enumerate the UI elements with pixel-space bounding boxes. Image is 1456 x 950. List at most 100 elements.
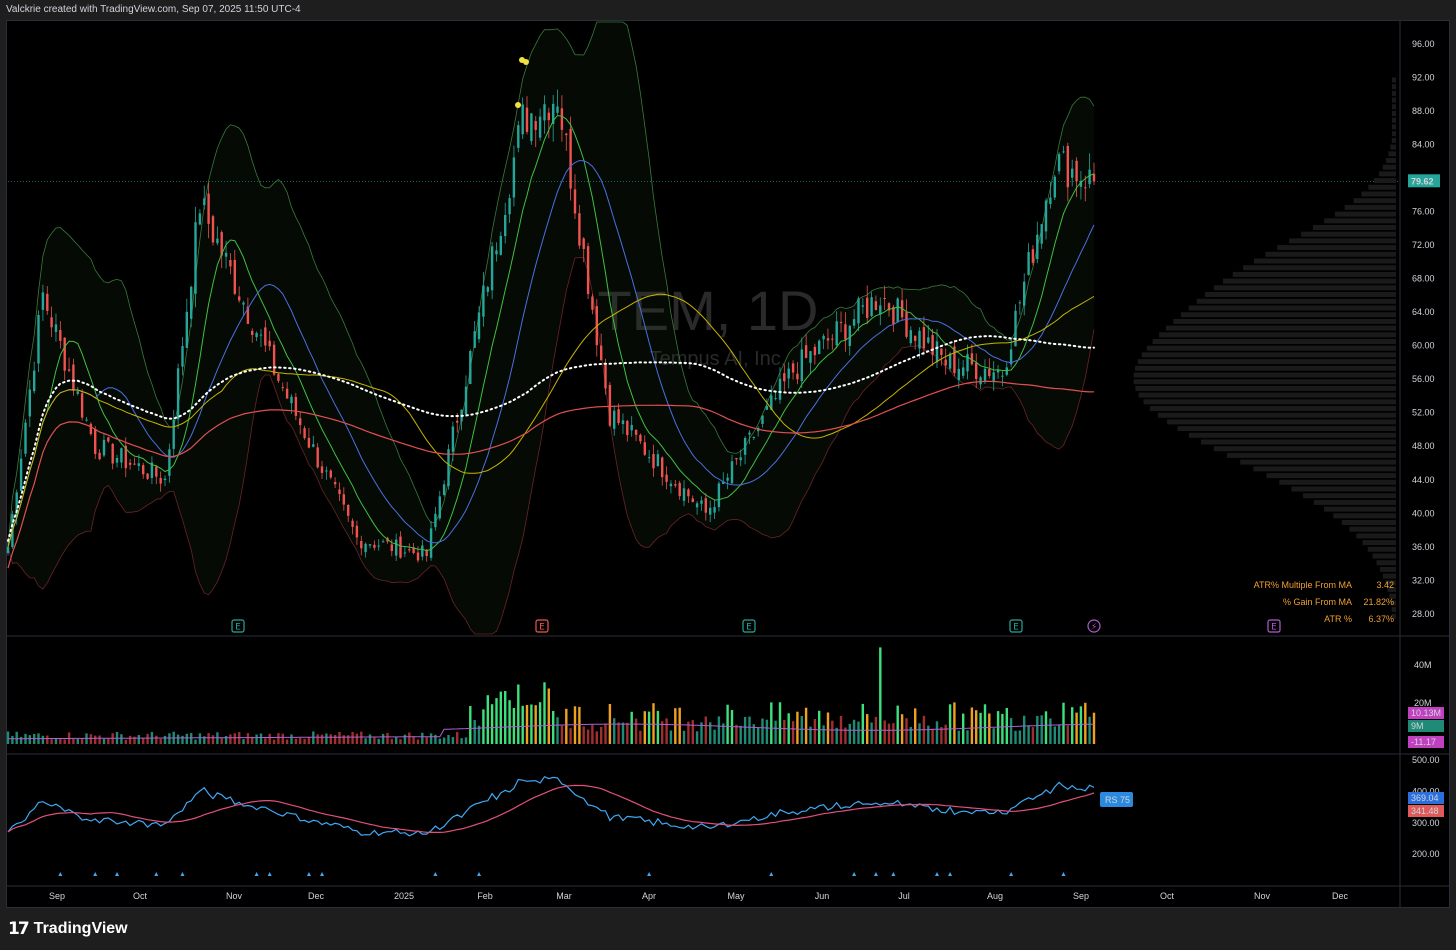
candle-body[interactable] [944,359,947,366]
volume-bar[interactable] [1066,725,1069,744]
candle-body[interactable] [700,500,703,504]
volume-bar[interactable] [521,705,524,744]
candle-body[interactable] [508,198,511,215]
candle-body[interactable] [80,393,84,418]
volume-bar[interactable] [1053,726,1056,745]
candle-body[interactable] [347,505,350,516]
volume-bar[interactable] [547,688,550,745]
candle-body[interactable] [102,439,106,456]
candle-body[interactable] [19,458,23,491]
candle-body[interactable] [870,297,873,316]
candle-body[interactable] [569,128,572,189]
volume-bar[interactable] [909,726,912,744]
volume-bar[interactable] [543,682,546,744]
volume-bar[interactable] [534,705,537,744]
volume-bar[interactable] [966,730,969,744]
candle-body[interactable] [416,552,420,561]
volume-bar[interactable] [1079,706,1083,744]
volume-bar[interactable] [294,738,298,744]
volume-bar[interactable] [72,738,75,744]
volume-bar[interactable] [425,737,428,744]
candle-body[interactable] [922,327,926,349]
volume-bar[interactable] [416,739,420,744]
candle-body[interactable] [277,373,280,381]
candle-body[interactable] [207,193,210,224]
candle-body[interactable] [438,496,441,519]
candle-body[interactable] [617,409,620,424]
volume-bar[interactable] [360,731,363,744]
volume-bar[interactable] [403,734,407,744]
volume-bar[interactable] [329,734,332,744]
candle-body[interactable] [172,419,175,449]
volume-bar[interactable] [499,691,502,744]
candle-body[interactable] [312,444,315,447]
candle-body[interactable] [137,463,140,466]
candle-body[interactable] [975,362,978,379]
volume-bar[interactable] [46,735,49,745]
volume-bar[interactable] [320,734,324,744]
volume-bar[interactable] [290,734,293,744]
candle-body[interactable] [656,454,660,467]
candle-body[interactable] [368,544,372,546]
volume-bar[interactable] [190,733,193,744]
volume-bar[interactable] [848,723,851,744]
volume-bar[interactable] [525,705,529,744]
candle-body[interactable] [268,340,271,347]
candle-body[interactable] [979,377,982,385]
candle-body[interactable] [6,547,10,553]
candle-body[interactable] [800,349,803,382]
volume-bar[interactable] [364,738,367,744]
volume-bar[interactable] [870,722,873,745]
volume-bar[interactable] [639,730,642,744]
candle-body[interactable] [33,370,36,392]
candle-body[interactable] [857,298,860,324]
volume-bar[interactable] [883,720,886,745]
candle-body[interactable] [85,419,88,421]
volume-bar[interactable] [761,718,764,745]
volume-bar[interactable] [552,711,555,744]
candle-body[interactable] [874,301,878,311]
volume-bar[interactable] [818,710,821,744]
volume-bar[interactable] [399,739,402,744]
volume-bar[interactable] [333,735,337,744]
volume-bar[interactable] [54,738,58,744]
volume-bar[interactable] [957,730,960,744]
volume-bar[interactable] [604,723,607,745]
volume-bar[interactable] [464,737,468,744]
candle-body[interactable] [600,345,603,361]
volume-bar[interactable] [255,734,258,745]
volume-bar[interactable] [155,735,158,744]
candle-body[interactable] [918,330,921,349]
volume-bar[interactable] [704,716,707,745]
volume-bar[interactable] [347,735,350,744]
candle-body[interactable] [883,298,886,299]
candle-body[interactable] [233,259,236,294]
candle-body[interactable] [190,286,193,319]
tradingview-logo[interactable]: 17 TradingView [8,919,128,939]
candle-body[interactable] [1018,302,1022,304]
volume-bar[interactable] [831,720,834,744]
volume-bar[interactable] [778,702,782,744]
candle-body[interactable] [499,235,502,255]
candle-body[interactable] [804,345,808,358]
candle-body[interactable] [743,438,747,455]
candle-body[interactable] [892,306,895,325]
volume-bar[interactable] [146,733,149,744]
candle-body[interactable] [1062,151,1065,153]
volume-bar[interactable] [560,725,564,744]
candle-body[interactable] [238,296,241,301]
candle-body[interactable] [669,483,673,487]
volume-bar[interactable] [456,732,459,744]
candle-body[interactable] [765,406,769,410]
volume-bar[interactable] [538,702,542,744]
volume-bar[interactable] [726,704,729,744]
candle-body[interactable] [861,305,864,307]
volume-bar[interactable] [975,710,978,744]
candle-body[interactable] [521,104,524,135]
candle-body[interactable] [194,222,197,294]
volume-bar[interactable] [181,735,184,744]
candle-body[interactable] [128,462,132,465]
candle-body[interactable] [678,482,681,497]
volume-bar[interactable] [678,707,681,744]
candle-body[interactable] [1049,197,1052,204]
